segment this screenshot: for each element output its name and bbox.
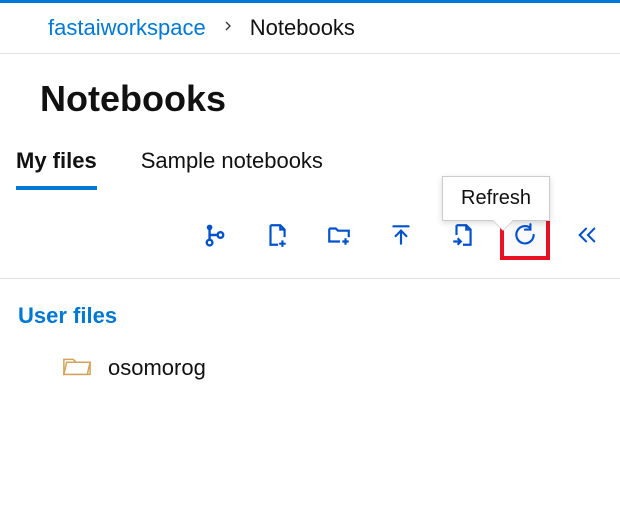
chevron-right-icon: [220, 17, 236, 40]
tab-sample-notebooks[interactable]: Sample notebooks: [141, 138, 323, 188]
breadcrumb-workspace-link[interactable]: fastaiworkspace: [48, 15, 206, 41]
upload-icon[interactable]: [380, 214, 422, 256]
refresh-tooltip: Refresh: [442, 176, 550, 221]
tab-my-files[interactable]: My files: [16, 138, 97, 188]
page-title: Notebooks: [0, 54, 620, 138]
tree-section-user-files[interactable]: User files: [18, 299, 620, 343]
new-file-icon[interactable]: [256, 214, 298, 256]
tree-item[interactable]: osomorog: [18, 343, 620, 391]
folder-icon: [62, 353, 92, 383]
breadcrumb-current: Notebooks: [250, 15, 355, 41]
file-tree: User files osomorog: [0, 279, 620, 391]
breadcrumb: fastaiworkspace Notebooks: [0, 3, 620, 54]
collapse-icon[interactable]: [566, 214, 608, 256]
git-icon[interactable]: [194, 214, 236, 256]
new-folder-icon[interactable]: [318, 214, 360, 256]
tree-item-label: osomorog: [108, 355, 206, 381]
